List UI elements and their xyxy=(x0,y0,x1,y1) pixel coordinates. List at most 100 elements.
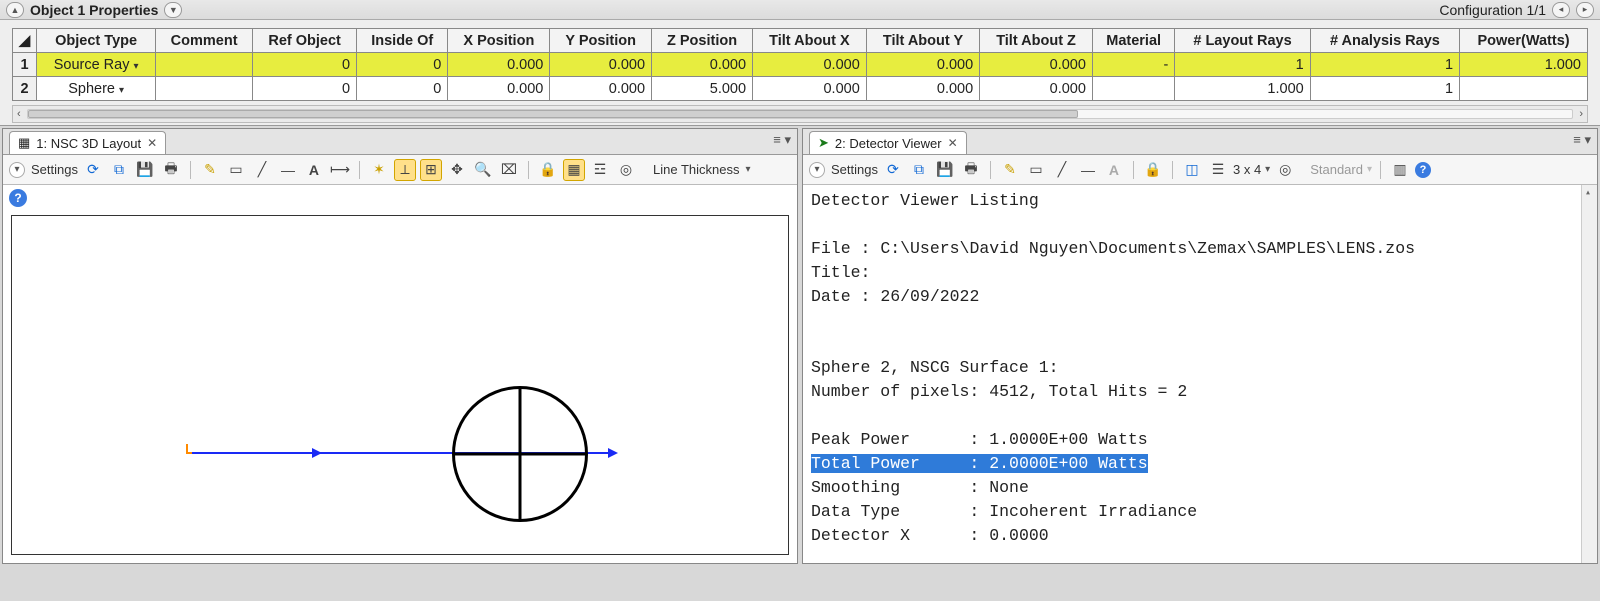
target-icon[interactable]: ◎ xyxy=(615,159,637,181)
inside-of-cell[interactable]: 0 xyxy=(357,77,448,101)
col-tilt-z[interactable]: Tilt About Z xyxy=(980,29,1093,53)
col-ref-object[interactable]: Ref Object xyxy=(253,29,357,53)
stack-icon[interactable]: ☰ xyxy=(1207,159,1229,181)
listing-vertical-scrollbar[interactable]: ▴ xyxy=(1581,185,1597,563)
table-row[interactable]: 1Source Ray▾000.0000.0000.0000.0000.0000… xyxy=(13,53,1588,77)
save-icon[interactable]: 💾 xyxy=(134,159,156,181)
scroll-up-icon[interactable]: ▴ xyxy=(1585,187,1591,202)
col-z-position[interactable]: Z Position xyxy=(652,29,753,53)
col-analysis-rays[interactable]: # Analysis Rays xyxy=(1310,29,1459,53)
material-cell[interactable] xyxy=(1092,77,1174,101)
inside-of-cell[interactable]: 0 xyxy=(357,53,448,77)
move-icon[interactable]: ✥ xyxy=(446,159,468,181)
line-thickness-label[interactable]: Line Thickness xyxy=(653,162,739,177)
axes-icon[interactable]: ✶ xyxy=(368,159,390,181)
pane-menu-icon[interactable]: ≡ ▾ xyxy=(773,132,791,148)
config-prev-button[interactable]: ◂ xyxy=(1552,2,1570,18)
rectangle-icon[interactable]: ▭ xyxy=(1025,159,1047,181)
scroll-track[interactable] xyxy=(27,109,1574,119)
chart-icon[interactable]: ▥ xyxy=(1389,159,1411,181)
scroll-left-icon[interactable]: ‹ xyxy=(17,108,21,120)
col-rownum[interactable]: ◢ xyxy=(13,29,37,53)
detector-listing[interactable]: Detector Viewer Listing File : C:\Users\… xyxy=(803,185,1597,563)
save-icon[interactable]: 💾 xyxy=(934,159,956,181)
copy-icon[interactable]: ⧉ xyxy=(908,159,930,181)
object-type-cell[interactable]: Source Ray▾ xyxy=(37,53,156,77)
object-properties-table[interactable]: ◢ Object Type Comment Ref Object Inside … xyxy=(12,28,1588,101)
help-icon[interactable]: ? xyxy=(1415,162,1431,178)
print-icon[interactable]: 🖶 xyxy=(960,159,982,181)
layers-icon[interactable]: ☲ xyxy=(589,159,611,181)
z-position-cell[interactable]: 5.000 xyxy=(652,77,753,101)
col-comment[interactable]: Comment xyxy=(156,29,253,53)
material-cell[interactable]: - xyxy=(1092,53,1174,77)
help-icon[interactable]: ? xyxy=(9,189,27,207)
tab-detector-viewer[interactable]: ➤ 2: Detector Viewer ✕ xyxy=(809,131,967,154)
target-icon[interactable]: ◎ xyxy=(1274,159,1296,181)
pencil-icon[interactable]: ✎ xyxy=(199,159,221,181)
text-a-icon[interactable]: A xyxy=(1103,159,1125,181)
pane-menu-icon[interactable]: ≡ ▾ xyxy=(1573,132,1591,148)
tilt-z-cell[interactable]: 0.000 xyxy=(980,77,1093,101)
settings-label[interactable]: Settings xyxy=(831,162,878,177)
layout-rays-cell[interactable]: 1 xyxy=(1175,53,1310,77)
window-icon[interactable]: ◫ xyxy=(1181,159,1203,181)
row-number-cell[interactable]: 1 xyxy=(13,53,37,77)
row-number-cell[interactable]: 2 xyxy=(13,77,37,101)
dropdown-icon[interactable]: ▾ xyxy=(119,85,124,96)
tilt-y-cell[interactable]: 0.000 xyxy=(866,77,979,101)
y-position-cell[interactable]: 0.000 xyxy=(550,53,652,77)
tilt-x-cell[interactable]: 0.000 xyxy=(753,77,867,101)
y-position-cell[interactable]: 0.000 xyxy=(550,77,652,101)
x-position-cell[interactable]: 0.000 xyxy=(448,77,550,101)
close-icon[interactable]: ✕ xyxy=(948,136,958,150)
grid-icon[interactable]: ▦ xyxy=(563,159,585,181)
comment-cell[interactable] xyxy=(156,53,253,77)
settings-expand-button[interactable]: ▾ xyxy=(809,162,825,178)
object-type-cell[interactable]: Sphere▾ xyxy=(37,77,156,101)
coordinate-icon[interactable]: ⊞ xyxy=(420,159,442,181)
scroll-thumb[interactable] xyxy=(28,110,1078,118)
layout-rays-cell[interactable]: 1.000 xyxy=(1175,77,1310,101)
chevron-down-icon[interactable]: ▾ xyxy=(745,164,750,175)
config-next-button[interactable]: ▸ xyxy=(1576,2,1594,18)
nsc-3d-layout-canvas[interactable] xyxy=(11,215,789,555)
settings-label[interactable]: Settings xyxy=(31,162,78,177)
dimension-icon[interactable]: ⟼ xyxy=(329,159,351,181)
col-inside-of[interactable]: Inside Of xyxy=(357,29,448,53)
lock-icon[interactable]: 🔒 xyxy=(1142,159,1164,181)
col-material[interactable]: Material xyxy=(1092,29,1174,53)
lock-icon[interactable]: 🔒 xyxy=(537,159,559,181)
close-icon[interactable]: ✕ xyxy=(147,136,157,150)
line-icon[interactable]: ╱ xyxy=(1051,159,1073,181)
tilt-z-cell[interactable]: 0.000 xyxy=(980,53,1093,77)
analysis-rays-cell[interactable]: 1 xyxy=(1310,77,1459,101)
power-cell[interactable] xyxy=(1460,77,1588,101)
minus-icon[interactable]: — xyxy=(277,159,299,181)
grid-size-label[interactable]: 3 x 4 xyxy=(1233,162,1261,177)
table-horizontal-scrollbar[interactable]: ‹ › xyxy=(12,105,1588,123)
col-x-position[interactable]: X Position xyxy=(448,29,550,53)
mode-label[interactable]: Standard xyxy=(1310,162,1363,177)
col-object-type[interactable]: Object Type xyxy=(37,29,156,53)
power-cell[interactable]: 1.000 xyxy=(1460,53,1588,77)
minus-icon[interactable]: — xyxy=(1077,159,1099,181)
x-position-cell[interactable]: 0.000 xyxy=(448,53,550,77)
col-power[interactable]: Power(Watts) xyxy=(1460,29,1588,53)
rectangle-icon[interactable]: ▭ xyxy=(225,159,247,181)
copy-icon[interactable]: ⧉ xyxy=(108,159,130,181)
ref-object-cell[interactable]: 0 xyxy=(253,53,357,77)
refresh-icon[interactable]: ⟳ xyxy=(882,159,904,181)
text-a-icon[interactable]: A xyxy=(303,159,325,181)
ref-object-cell[interactable]: 0 xyxy=(253,77,357,101)
z-position-cell[interactable]: 0.000 xyxy=(652,53,753,77)
col-y-position[interactable]: Y Position xyxy=(550,29,652,53)
table-row[interactable]: 2Sphere▾000.0000.0005.0000.0000.0000.000… xyxy=(13,77,1588,101)
orientation-icon[interactable]: ⟂ xyxy=(394,159,416,181)
tilt-y-cell[interactable]: 0.000 xyxy=(866,53,979,77)
tab-nsc-3d-layout[interactable]: ▦ 1: NSC 3D Layout ✕ xyxy=(9,131,166,154)
analysis-rays-cell[interactable]: 1 xyxy=(1310,53,1459,77)
col-tilt-y[interactable]: Tilt About Y xyxy=(866,29,979,53)
zoom-icon[interactable]: 🔍 xyxy=(472,159,494,181)
print-icon[interactable]: 🖶 xyxy=(160,159,182,181)
